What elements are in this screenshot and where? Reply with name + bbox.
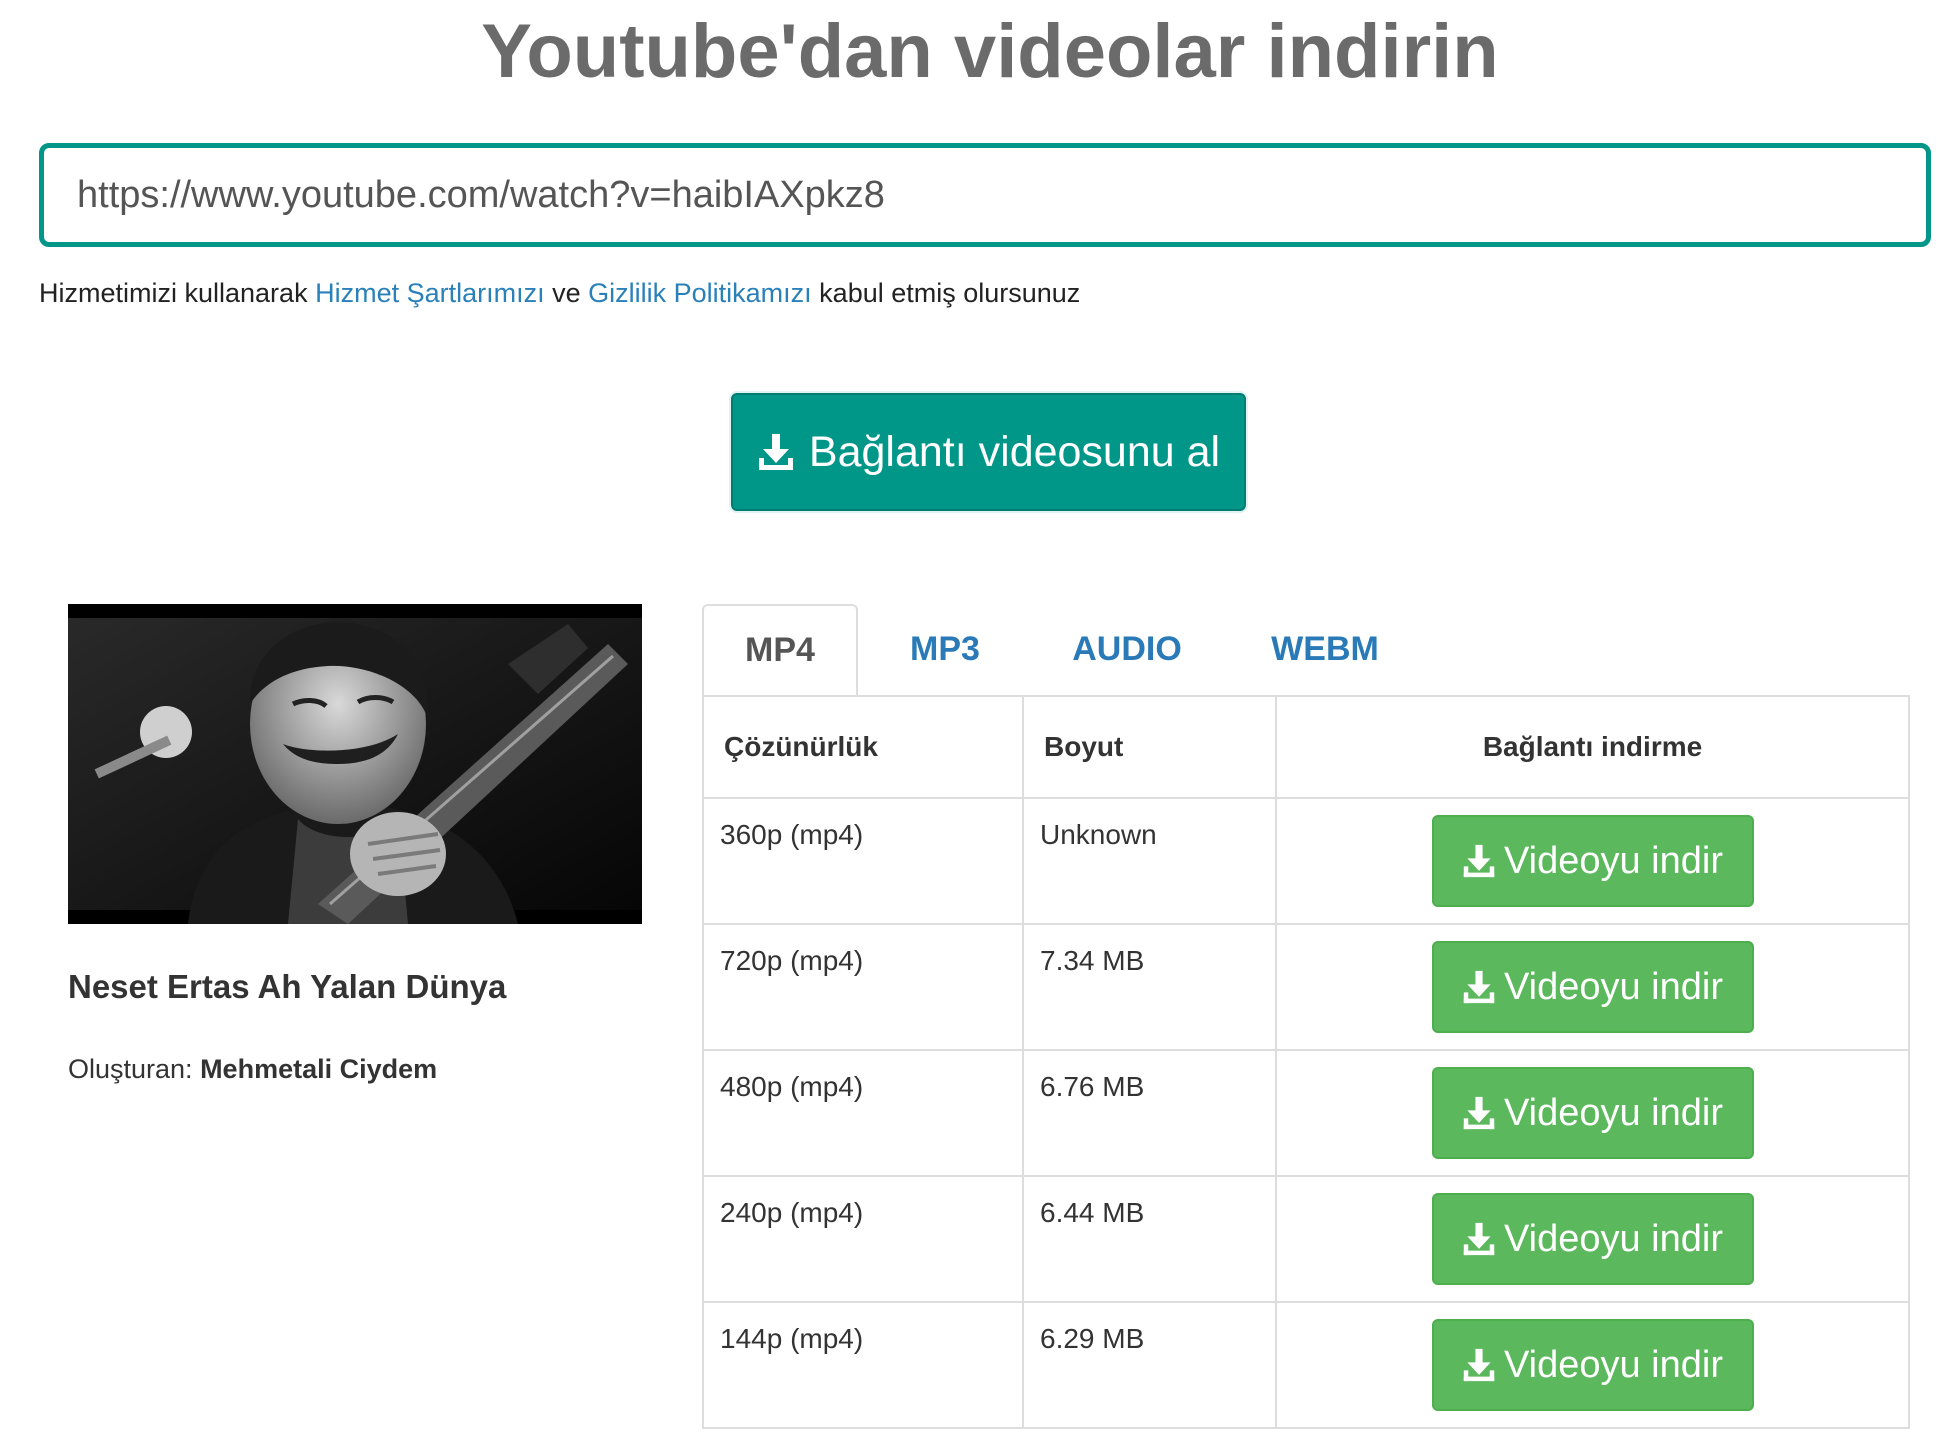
author-line: Oluşturan: Mehmetali Ciydem (68, 1054, 437, 1085)
download-video-button[interactable]: Videoyu indir (1431, 1319, 1754, 1411)
resolution-cell: 144p (mp4) (702, 1301, 1024, 1429)
page-title: Youtube'dan videolar indirin (481, 9, 1499, 94)
download-icon (1462, 843, 1496, 879)
table-row: 480p (mp4) 6.76 MB Videoyu indir (702, 1049, 1910, 1177)
download-icon (1462, 969, 1496, 1005)
download-cell: Videoyu indir (1275, 1175, 1910, 1303)
resolution-cell: 480p (mp4) (702, 1049, 1024, 1177)
privacy-policy-link[interactable]: Gizlilik Politikamızı (588, 278, 812, 308)
resolution-cell: 720p (mp4) (702, 923, 1024, 1051)
tab-mp4[interactable]: MP4 (702, 604, 858, 697)
column-header-size: Boyut (1022, 695, 1277, 799)
terms-notice: Hizmetimizi kullanarak Hizmet Şartlarımı… (39, 278, 1080, 309)
video-thumbnail (68, 604, 642, 924)
download-video-button[interactable]: Videoyu indir (1431, 1193, 1754, 1285)
size-cell: 6.29 MB (1022, 1301, 1277, 1429)
table-row: 720p (mp4) 7.34 MB Videoyu indir (702, 923, 1910, 1051)
size-cell: 7.34 MB (1022, 923, 1277, 1051)
download-icon (757, 432, 795, 472)
download-cell: Videoyu indir (1275, 797, 1910, 925)
page: Youtube'dan videolar indirin Hizmetimizi… (0, 0, 1942, 1432)
download-video-label: Videoyu indir (1503, 1091, 1723, 1134)
table-row: 144p (mp4) 6.29 MB Videoyu indir (702, 1301, 1910, 1429)
download-icon (1462, 1221, 1496, 1257)
download-cell: Videoyu indir (1275, 1301, 1910, 1429)
format-tabs: MP4 MP3 AUDIO WEBM (702, 604, 1908, 697)
get-video-link-button[interactable]: Bağlantı videosunu al (731, 393, 1246, 511)
table-row: 240p (mp4) 6.44 MB Videoyu indir (702, 1175, 1910, 1303)
tab-audio[interactable]: AUDIO (1042, 604, 1212, 695)
download-video-label: Videoyu indir (1503, 1217, 1723, 1260)
column-header-resolution: Çözünürlük (702, 695, 1024, 799)
formats-table: Çözünürlük Boyut Bağlantı indirme 360p (… (702, 695, 1910, 1429)
download-video-label: Videoyu indir (1503, 965, 1723, 1008)
download-icon (1462, 1095, 1496, 1131)
size-cell: 6.76 MB (1022, 1049, 1277, 1177)
table-header-row: Çözünürlük Boyut Bağlantı indirme (702, 695, 1910, 799)
download-icon (1462, 1347, 1496, 1383)
url-input[interactable] (39, 143, 1931, 247)
author-label: Oluşturan: (68, 1054, 201, 1084)
table-row: 360p (mp4) Unknown Videoyu indir (702, 797, 1910, 925)
tab-webm[interactable]: WEBM (1240, 604, 1410, 695)
terms-suffix: kabul etmiş olursunuz (811, 278, 1081, 308)
resolution-cell: 360p (mp4) (702, 797, 1024, 925)
size-cell: 6.44 MB (1022, 1175, 1277, 1303)
size-cell: Unknown (1022, 797, 1277, 925)
get-video-link-label: Bağlantı videosunu al (808, 427, 1221, 476)
download-video-button[interactable]: Videoyu indir (1431, 941, 1754, 1033)
terms-middle: ve (544, 278, 589, 308)
download-cell: Videoyu indir (1275, 923, 1910, 1051)
download-video-button[interactable]: Videoyu indir (1431, 1067, 1754, 1159)
video-title: Neset Ertas Ah Yalan Dünya (68, 968, 507, 1005)
download-video-button[interactable]: Videoyu indir (1431, 815, 1754, 907)
column-header-download: Bağlantı indirme (1275, 695, 1910, 799)
tab-mp3[interactable]: MP3 (874, 604, 1016, 695)
download-video-label: Videoyu indir (1503, 1343, 1723, 1386)
download-cell: Videoyu indir (1275, 1049, 1910, 1177)
download-video-label: Videoyu indir (1503, 839, 1723, 882)
author-name: Mehmetali Ciydem (200, 1054, 438, 1084)
terms-prefix: Hizmetimizi kullanarak (39, 278, 316, 308)
terms-of-service-link[interactable]: Hizmet Şartlarımızı (315, 278, 545, 308)
resolution-cell: 240p (mp4) (702, 1175, 1024, 1303)
